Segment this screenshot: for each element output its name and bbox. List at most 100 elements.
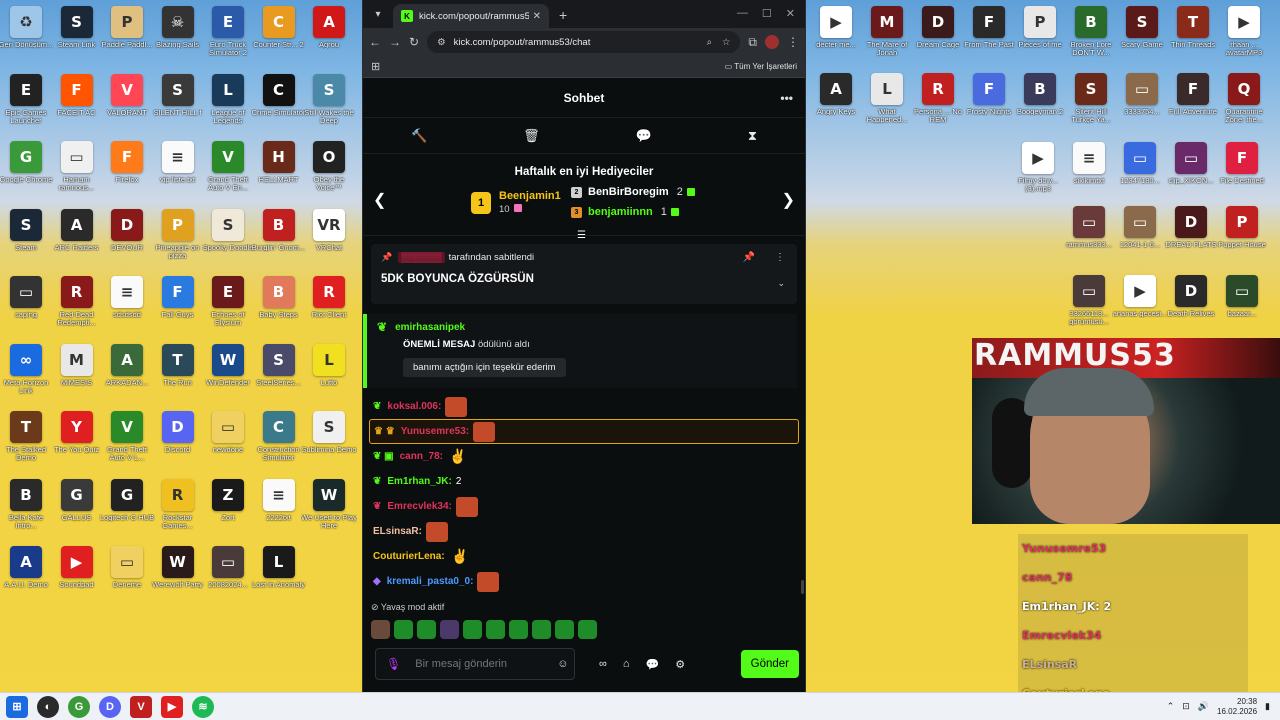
desktop-shortcut[interactable]: ▭ rammus333...: [1063, 206, 1115, 249]
desktop-shortcut[interactable]: T The Stalked Demo: [0, 411, 52, 462]
desktop-shortcut[interactable]: P Pieces of me: [1014, 6, 1066, 49]
desktop-shortcut[interactable]: G Logitech G HUB: [100, 478, 154, 522]
desktop-shortcut[interactable]: ▭ 12041-1-6...: [1114, 206, 1166, 249]
desktop-shortcut[interactable]: C Construction Simulator: [253, 411, 305, 462]
minimize-icon[interactable]: —: [737, 7, 748, 20]
desktop-shortcut[interactable]: ▭ 20082024...: [202, 546, 254, 589]
settings-icon[interactable]: ⚙: [675, 658, 685, 671]
desktop-shortcut[interactable]: ▶ decter me...: [810, 6, 862, 49]
emote-button[interactable]: [486, 620, 505, 639]
pinned-menu-icon[interactable]: ⋮: [775, 252, 785, 263]
desktop-shortcut[interactable]: F Firefox: [101, 141, 153, 184]
desktop-shortcut[interactable]: C Crime Simulator: [252, 73, 305, 117]
desktop-shortcut[interactable]: B Baby Steps: [253, 276, 305, 319]
clear-chat-icon[interactable]: 🗑: [523, 128, 540, 144]
desktop-shortcut[interactable]: S SteelSeries...: [253, 343, 305, 387]
app-icon[interactable]: ◐: [37, 695, 59, 718]
emote-button[interactable]: [417, 620, 436, 639]
desktop-shortcut[interactable]: S Spooky Doodle: [202, 208, 254, 252]
chat-username[interactable]: koksal.006:: [387, 401, 441, 412]
desktop-shortcut[interactable]: A ARKADAN...: [101, 343, 153, 387]
chrome-icon[interactable]: G: [68, 695, 90, 718]
desktop-shortcut[interactable]: ≡ vip liste.txt: [152, 141, 204, 184]
desktop-shortcut[interactable]: O Obey the Voice™: [303, 141, 355, 192]
desktop-shortcut[interactable]: B Bella Kafe Intro...: [0, 478, 52, 530]
desktop-shortcut[interactable]: D Death Relives: [1165, 275, 1217, 318]
desktop-shortcut[interactable]: ▶ ananas gecesi...: [1113, 275, 1167, 318]
desktop-shortcut[interactable]: E Epic Games Launcher: [0, 73, 52, 125]
desktop-shortcut[interactable]: Q Quarantine Zone: the...: [1218, 73, 1270, 124]
desktop-shortcut[interactable]: D DEVOUR: [101, 208, 153, 252]
desktop-shortcut[interactable]: F Frosty Nights: [963, 73, 1015, 116]
chat-input[interactable]: [415, 658, 558, 670]
notifications-icon[interactable]: ▮: [1265, 701, 1270, 712]
chat-username[interactable]: Em1rhan_JK:: [387, 476, 451, 487]
microphone-icon[interactable]: 🎙: [386, 657, 401, 671]
desktop-shortcut[interactable]: E Euro Truck Simulator 2: [202, 6, 254, 57]
zoom-icon[interactable]: ⌕: [707, 37, 712, 48]
close-tab-icon[interactable]: ✕: [533, 11, 541, 22]
emote-button[interactable]: [371, 620, 390, 639]
desktop-shortcut[interactable]: F Fall Guys: [152, 276, 204, 319]
collapse-gifters-icon[interactable]: ☰: [577, 230, 586, 241]
desktop-shortcut[interactable]: V Grand Theft Auto V L...: [101, 411, 153, 462]
all-bookmarks-link[interactable]: ▭ Tüm Yer İşaretleri: [725, 62, 797, 71]
desktop-shortcut[interactable]: Y The You Quiz: [51, 411, 103, 454]
desktop-shortcut[interactable]: T Thin Threads: [1167, 6, 1219, 49]
forward-icon[interactable]: →: [389, 35, 401, 49]
desktop-shortcut[interactable]: ▭ 12347180...: [1114, 142, 1166, 185]
desktop-shortcut[interactable]: ≡ 2222txt: [253, 478, 305, 522]
emote-button[interactable]: [578, 620, 597, 639]
reward-username[interactable]: emirhasanipek: [395, 322, 465, 333]
browser-menu-icon[interactable]: ⋮: [787, 35, 799, 49]
chat-username[interactable]: Yunusemre53:: [401, 426, 469, 437]
desktop-shortcut[interactable]: M MiMESIS: [51, 343, 103, 387]
desktop-shortcut[interactable]: L League of Legends: [202, 73, 254, 125]
desktop-shortcut[interactable]: ▭ clip_XIKON...: [1165, 142, 1217, 185]
emote-button[interactable]: [532, 620, 551, 639]
desktop-shortcut[interactable]: B Boogeyman 2: [1014, 73, 1066, 116]
chat-mode-icon[interactable]: 💬: [636, 128, 652, 144]
tab-search-icon[interactable]: ▾: [367, 3, 389, 25]
desktop-shortcut[interactable]: L Lost in Anomaly: [252, 546, 305, 589]
browser-tab[interactable]: K kick.com/popout/rammus53/ch ✕: [393, 4, 549, 28]
emote-button[interactable]: [463, 620, 482, 639]
desktop-shortcut[interactable]: V VALORANT: [101, 73, 153, 117]
emoji-picker-icon[interactable]: ☺: [557, 658, 568, 670]
desktop-shortcut[interactable]: S SILENT HILL f: [152, 73, 204, 117]
desktop-shortcut[interactable]: C Counter Str... 2: [253, 6, 305, 49]
slow-mode-timer-icon[interactable]: ⧗: [748, 128, 757, 144]
maximize-icon[interactable]: ☐: [762, 7, 772, 20]
desktop-shortcut[interactable]: L What Happened...: [861, 73, 913, 124]
chat-username[interactable]: kremali_pasta0_0:: [387, 576, 474, 587]
desktop-shortcut[interactable]: ≡ sdsdsdd: [101, 276, 153, 319]
desktop-shortcut[interactable]: ▭ saping: [0, 276, 52, 319]
extensions-icon[interactable]: ⧉: [748, 35, 757, 50]
tray-overflow-icon[interactable]: ⌃: [1167, 701, 1175, 712]
desktop-shortcut[interactable]: D DREAD FLATS: [1165, 206, 1217, 249]
desktop-shortcut[interactable]: W WinDefender: [202, 343, 254, 387]
emote-button[interactable]: [509, 620, 528, 639]
desktop-shortcut[interactable]: W We Used to Play Here: [301, 478, 357, 530]
desktop-shortcut[interactable]: S Silent Hill Türkçe Ya...: [1065, 73, 1117, 124]
desktop-shortcut[interactable]: S Sublimina Demo: [301, 411, 357, 454]
desktop-shortcut[interactable]: F From The Past: [963, 6, 1015, 49]
desktop-shortcut[interactable]: ≡ sikikimtxt: [1063, 142, 1115, 185]
desktop-shortcut[interactable]: ▶ rhaan ... avatarMP3: [1218, 6, 1270, 57]
store-icon[interactable]: ⌂: [623, 658, 630, 671]
site-info-icon[interactable]: ⚙: [437, 37, 446, 48]
desktop-shortcut[interactable]: ▭ 3333754...: [1116, 73, 1168, 116]
profile-avatar[interactable]: [765, 35, 779, 49]
desktop-shortcut[interactable]: W Werewolf Party: [152, 546, 204, 589]
network-icon[interactable]: ⊡: [1182, 701, 1190, 712]
ban-hammer-icon[interactable]: 🔨: [411, 128, 427, 144]
desktop-shortcut[interactable]: A ARC Raiders: [51, 208, 103, 252]
gifters-prev-icon[interactable]: ❮: [373, 190, 386, 210]
emote-button[interactable]: [440, 620, 459, 639]
desktop-shortcut[interactable]: M The Mare of Jonah: [861, 6, 913, 57]
start-icon[interactable]: ⊞: [6, 695, 28, 718]
chat-username[interactable]: CouturierLena:: [373, 551, 445, 562]
discord-icon[interactable]: D: [99, 695, 121, 718]
desktop-shortcut[interactable]: ▭ Hamam ramnous...: [51, 141, 103, 192]
desktop-shortcut[interactable]: H HELLMART: [253, 141, 305, 184]
